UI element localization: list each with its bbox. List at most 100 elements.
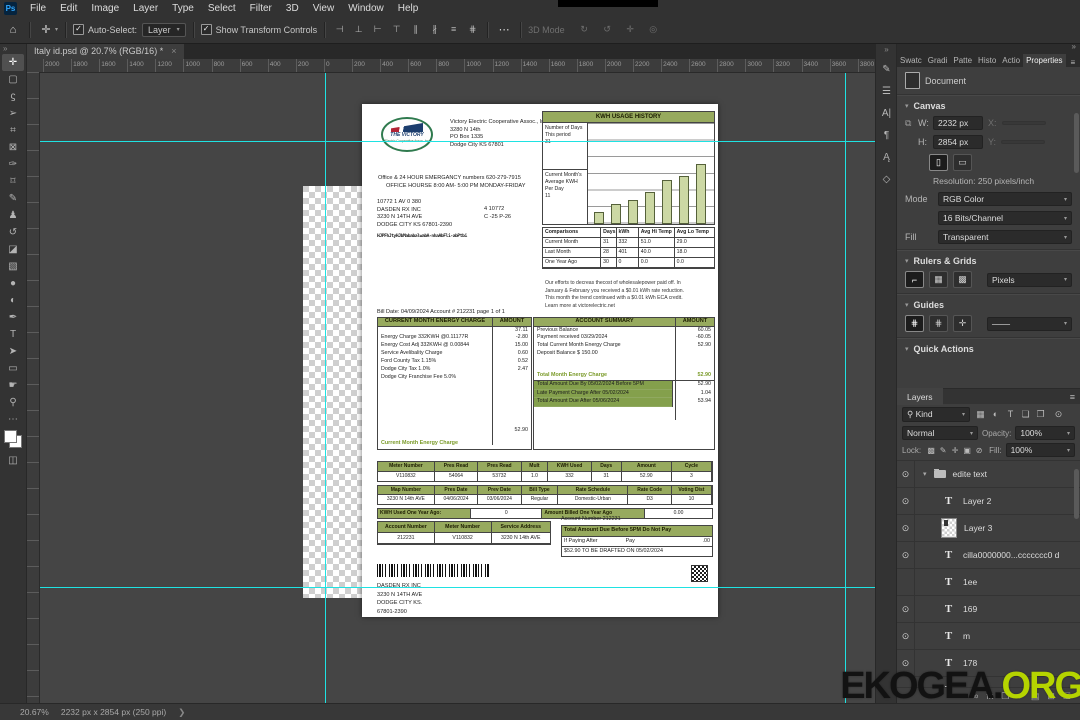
close-tab-icon[interactable]: ×	[171, 46, 176, 56]
align-icon[interactable]: ⊣	[332, 24, 347, 35]
show-transform-checkbox[interactable]: ✓	[200, 24, 212, 35]
portrait-orientation-icon[interactable]: ▯	[929, 154, 948, 171]
object-selection-tool[interactable]: ➢	[2, 105, 24, 122]
guide-horizontal-top[interactable]	[39, 141, 876, 142]
layer-row[interactable]: ⊙ T 169	[897, 596, 1080, 623]
zoom-level[interactable]: 20.67%	[20, 707, 49, 717]
align-icon[interactable]: ⊢	[370, 24, 385, 35]
ruler-units-dropdown[interactable]: Pixels ▾	[987, 272, 1072, 287]
layer-group-edite-text[interactable]: ⊙ ▾ edite text	[897, 461, 1080, 488]
collapse-toolbar-icon[interactable]: »	[0, 43, 7, 54]
guides-section-header[interactable]: ▾ Guides	[905, 300, 1072, 310]
ruler-toggle-icon[interactable]: ⌐	[905, 271, 924, 288]
menu-item[interactable]: Window	[341, 3, 391, 14]
status-chevron-icon[interactable]: ❯	[178, 707, 185, 718]
lock-icon[interactable]: ▣	[961, 446, 973, 455]
menu-item[interactable]: Filter	[243, 3, 279, 14]
panel-tab[interactable]: Gradi	[925, 54, 951, 67]
lock-icon[interactable]: ⊘	[973, 446, 985, 455]
filter-kind-dropdown[interactable]: ⚲ Kind ▾	[902, 407, 970, 422]
layer-filter-icon[interactable]: T	[1003, 409, 1018, 420]
layer-filter-icon[interactable]: ▦	[973, 409, 988, 420]
marquee-tool[interactable]: ▢	[2, 71, 24, 88]
menu-item[interactable]: Image	[84, 3, 126, 14]
color-swatches[interactable]	[4, 430, 22, 448]
menu-item[interactable]: File	[23, 3, 53, 14]
glyphs-panel-icon[interactable]: Ą	[877, 148, 896, 167]
properties-scrollbar[interactable]	[1074, 113, 1079, 173]
healing-brush-tool[interactable]: ⌑	[2, 173, 24, 190]
character-panel-icon[interactable]: A|	[877, 104, 896, 123]
blend-mode-dropdown[interactable]: Normal ▾	[902, 426, 978, 440]
zoom-tool[interactable]: ⚲	[2, 394, 24, 411]
path-selection-tool[interactable]: ➤	[2, 343, 24, 360]
more-tools[interactable]: ⋯	[2, 411, 24, 428]
auto-select-dropdown[interactable]: Layer ▾	[142, 22, 186, 37]
pixel-grid-icon[interactable]: ▩	[953, 271, 972, 288]
eyedropper-tool[interactable]: ✑	[2, 156, 24, 173]
document-tab[interactable]: Italy id.psd @ 20.7% (RGB/16) * ×	[26, 43, 185, 59]
link-dimensions-icon[interactable]: ⧉	[905, 118, 913, 129]
menu-item[interactable]: View	[306, 3, 342, 14]
menu-item[interactable]: Type	[165, 3, 201, 14]
pen-tool[interactable]: ✒	[2, 309, 24, 326]
layer-visibility-eye-icon[interactable]: ⊙	[897, 623, 915, 649]
tab-properties[interactable]: Properties	[1023, 54, 1066, 67]
menu-item[interactable]: Select	[201, 3, 243, 14]
layer-filter-icon[interactable]: ◐	[988, 409, 1003, 420]
guide-vertical-right[interactable]	[845, 72, 846, 704]
layer-row[interactable]: ⊙ T cilla0000000...ccccccc0 d	[897, 542, 1080, 569]
home-icon[interactable]: ⌂	[4, 24, 22, 36]
smart-guides-icon[interactable]: ⋕	[929, 315, 948, 332]
screen-mode-icon[interactable]: ◫	[2, 452, 24, 469]
align-icon[interactable]: ∦	[427, 24, 442, 35]
menu-item[interactable]: Edit	[53, 3, 84, 14]
bit-depth-dropdown[interactable]: 16 Bits/Channel ▾	[938, 211, 1072, 225]
layers-menu-icon[interactable]: ≡	[1065, 392, 1080, 402]
move-tool[interactable]: ✛	[2, 54, 24, 71]
lasso-tool[interactable]: ϛ	[2, 88, 24, 105]
canvas-section-header[interactable]: ▾ Canvas	[905, 101, 1072, 111]
brush-settings-icon[interactable]: ✎	[877, 60, 896, 79]
3d-panel-icon[interactable]: ◇	[877, 170, 896, 189]
document-page[interactable]: THE VICTORY Electric Cooperative Assoc. …	[362, 104, 718, 617]
layer-row[interactable]: ⊙ T Layer 2	[897, 488, 1080, 515]
panel-menu-icon[interactable]: ≡	[1066, 58, 1080, 67]
blur-tool[interactable]: ●	[2, 275, 24, 292]
panel-tab[interactable]: Actio	[999, 54, 1023, 67]
menu-item[interactable]: 3D	[279, 3, 306, 14]
more-options-icon[interactable]: ⋯	[495, 23, 513, 36]
tab-layers[interactable]: Layers	[897, 388, 943, 405]
layer-visibility-eye-icon[interactable]: ⊙	[897, 488, 915, 514]
panel-tab[interactable]: Patte	[950, 54, 975, 67]
expand-dock-icon[interactable]: »	[884, 43, 888, 60]
paragraph-panel-icon[interactable]: ¶	[877, 126, 896, 145]
canvas-area[interactable]: THE VICTORY Electric Cooperative Assoc. …	[39, 72, 876, 704]
layer-filter-icon[interactable]: ❏	[1018, 409, 1033, 420]
horizontal-ruler[interactable]: 2000 1800 1600 1400 1200 1000 800 600 400 200 0 200…	[26, 59, 876, 73]
quick-actions-section-header[interactable]: ▾ Quick Actions	[905, 344, 1072, 354]
align-icon[interactable]: ⊤	[389, 24, 404, 35]
canvas-x-field[interactable]	[1001, 121, 1046, 125]
canvas-y-field[interactable]	[1001, 140, 1046, 144]
lock-guides-icon[interactable]: ✛	[953, 315, 972, 332]
fill-opacity-dropdown[interactable]: 100% ▾	[1005, 443, 1075, 457]
guide-horizontal-bottom[interactable]	[39, 587, 876, 588]
layer-row[interactable]: ⊙ T 1ee	[897, 569, 1080, 596]
filter-pin-icon[interactable]: ⊙	[1051, 409, 1066, 420]
menu-item[interactable]: Layer	[126, 3, 165, 14]
gradient-tool[interactable]: ▧	[2, 258, 24, 275]
layer-visibility-eye-icon[interactable]: ⊙	[897, 596, 915, 622]
layer-visibility-eye-icon[interactable]: ⊙	[897, 569, 915, 595]
panel-tab[interactable]: Histo	[975, 54, 999, 67]
align-icon[interactable]: ⊥	[351, 24, 366, 35]
layer-row[interactable]: ⊙ Layer 3	[897, 515, 1080, 542]
collapse-panel-icon[interactable]: »	[897, 43, 1080, 51]
panel-tab[interactable]: Swatc	[897, 54, 925, 67]
eraser-tool[interactable]: ◪	[2, 241, 24, 258]
foreground-color-swatch[interactable]	[4, 430, 17, 443]
align-icon[interactable]: ∥	[408, 24, 423, 35]
layer-filter-icon[interactable]: ❐	[1033, 409, 1048, 420]
vertical-ruler[interactable]	[26, 72, 40, 704]
rulers-grids-section-header[interactable]: ▾ Rulers & Grids	[905, 256, 1072, 266]
